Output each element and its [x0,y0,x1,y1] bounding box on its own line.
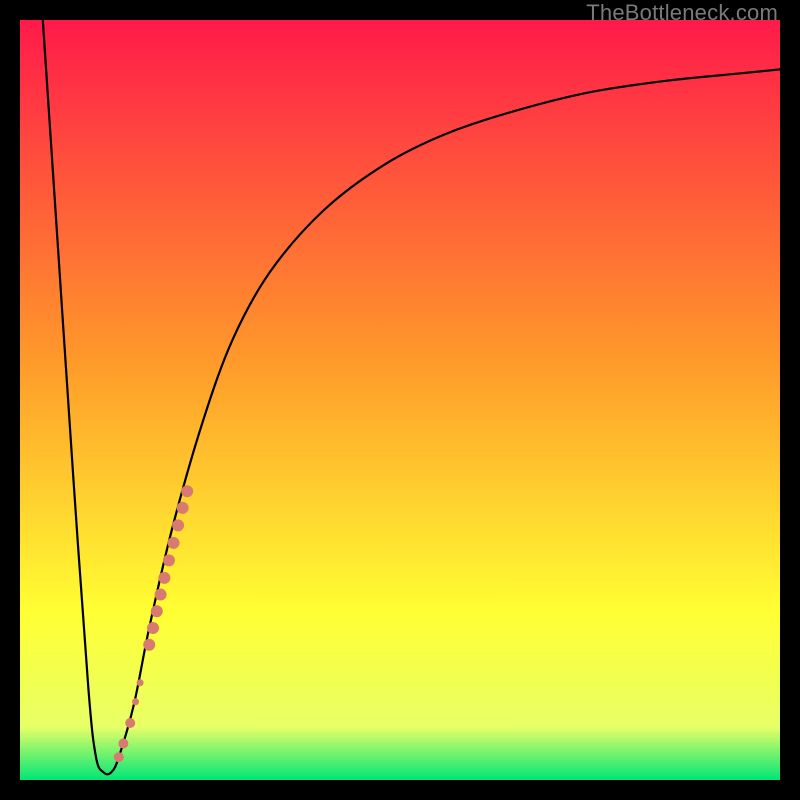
data-marker [181,485,193,497]
data-marker [137,679,144,686]
data-marker [172,519,184,531]
data-marker [155,589,167,601]
watermark-text: TheBottleneck.com [586,0,778,26]
data-marker [158,572,170,584]
data-marker [132,698,139,705]
chart-frame: TheBottleneck.com [0,0,800,800]
data-marker [118,739,128,749]
data-marker [143,639,155,651]
gradient-background [20,20,780,780]
chart-svg [20,20,780,780]
data-marker [168,537,180,549]
data-marker [147,622,159,634]
data-marker [163,554,175,566]
plot-area [20,20,780,780]
data-marker [151,605,163,617]
data-marker [177,502,189,514]
data-marker [125,718,135,728]
data-marker [114,752,124,762]
